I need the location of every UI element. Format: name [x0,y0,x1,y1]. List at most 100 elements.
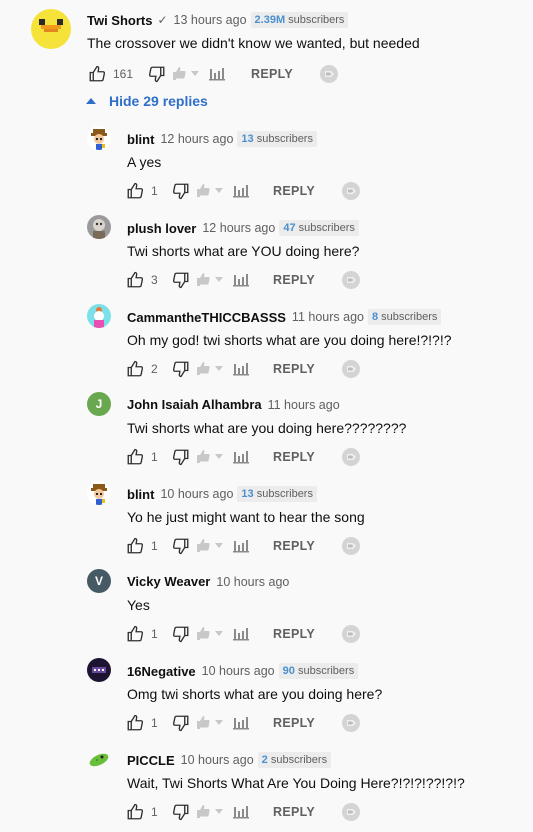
stats-icon[interactable] [231,359,251,379]
dislike-icon[interactable] [147,64,167,84]
like-icon[interactable] [125,536,145,556]
stats-icon[interactable] [231,713,251,733]
reply-button[interactable]: REPLY [273,716,315,730]
avatar[interactable] [31,9,71,49]
author-name[interactable]: CammantheTHICCBASSS [127,310,286,325]
comment-actions: 2 REPLY [125,357,361,381]
stats-icon[interactable] [231,270,251,290]
reply-button[interactable]: REPLY [273,273,315,287]
subscriber-badge: 90 subscribers [278,663,359,679]
avatar[interactable] [87,481,111,505]
subscriber-count: 47 [283,222,296,234]
extension-icon[interactable] [341,713,361,733]
extension-icon[interactable] [319,64,339,84]
avatar[interactable] [87,658,111,682]
comment-time[interactable]: 10 hours ago [216,575,289,589]
comment-time[interactable]: 12 hours ago [160,132,233,146]
extension-thumb-icon[interactable] [171,64,201,84]
extension-thumb-icon[interactable] [195,624,225,644]
like-icon[interactable] [125,624,145,644]
extension-thumb-icon[interactable] [195,181,225,201]
comment-time[interactable]: 10 hours ago [160,487,233,501]
comment-actions: 161 REPLY [87,62,339,86]
subscriber-label: subscribers [381,311,438,323]
extension-icon[interactable] [341,270,361,290]
author-name[interactable]: plush lover [127,221,196,236]
stats-icon[interactable] [207,64,227,84]
avatar[interactable]: J [87,392,111,416]
avatar[interactable] [87,304,111,328]
dislike-icon[interactable] [171,270,191,290]
reply-button[interactable]: REPLY [251,67,293,81]
hide-replies-button[interactable]: Hide 29 replies [86,93,208,109]
like-icon[interactable] [125,447,145,467]
author-name[interactable]: blint [127,487,154,502]
like-count: 1 [151,450,158,464]
subscriber-badge: 2 subscribers [257,752,332,768]
extension-icon[interactable] [341,536,361,556]
stats-icon[interactable] [231,447,251,467]
dislike-icon[interactable] [171,181,191,201]
dislike-icon[interactable] [171,624,191,644]
comment-actions: 1 REPLY [125,179,361,203]
extension-icon[interactable] [341,802,361,822]
dislike-icon[interactable] [171,447,191,467]
like-icon[interactable] [125,802,145,822]
subscriber-badge: 2.39M subscribers [250,12,349,28]
stats-icon[interactable] [231,802,251,822]
comment-time[interactable]: 11 hours ago [292,310,364,324]
comment-time[interactable]: 13 hours ago [174,13,247,27]
stats-icon[interactable] [231,536,251,556]
comment-time[interactable]: 10 hours ago [181,753,254,767]
extension-icon[interactable] [341,447,361,467]
extension-thumb-icon[interactable] [195,802,225,822]
avatar[interactable] [87,215,111,239]
dislike-icon[interactable] [171,713,191,733]
like-icon[interactable] [87,64,107,84]
like-icon[interactable] [125,713,145,733]
like-count: 3 [151,273,158,287]
author-name[interactable]: Twi Shorts [87,13,152,28]
author-name[interactable]: blint [127,132,154,147]
extension-thumb-icon[interactable] [195,270,225,290]
subscriber-count: 13 [241,133,254,145]
subscriber-badge: 13 subscribers [237,131,317,147]
extension-icon[interactable] [341,624,361,644]
like-icon[interactable] [125,359,145,379]
caret-up-icon [86,98,96,104]
avatar[interactable] [87,747,111,771]
comment-time[interactable]: 11 hours ago [268,398,340,412]
author-name[interactable]: John Isaiah Alhambra [127,397,262,412]
comment-text: Twi shorts what are YOU doing here? [127,243,360,259]
like-icon[interactable] [125,270,145,290]
like-icon[interactable] [125,181,145,201]
author-name[interactable]: 16Negative [127,664,196,679]
reply-button[interactable]: REPLY [273,539,315,553]
stats-icon[interactable] [231,624,251,644]
reply-button[interactable]: REPLY [273,184,315,198]
author-name[interactable]: PICCLE [127,753,175,768]
stats-icon[interactable] [231,181,251,201]
reply-button[interactable]: REPLY [273,450,315,464]
dislike-icon[interactable] [171,802,191,822]
reply-button[interactable]: REPLY [273,627,315,641]
reply-button[interactable]: REPLY [273,362,315,376]
extension-thumb-icon[interactable] [195,447,225,467]
extension-icon[interactable] [341,359,361,379]
comment-text: Yes [127,597,150,613]
extension-thumb-icon[interactable] [195,359,225,379]
extension-icon[interactable] [341,181,361,201]
author-name[interactable]: Vicky Weaver [127,574,210,589]
dislike-icon[interactable] [171,359,191,379]
extension-thumb-icon[interactable] [195,536,225,556]
like-count: 1 [151,184,158,198]
extension-thumb-icon[interactable] [195,713,225,733]
subscriber-count: 2.39M [254,14,286,26]
dislike-icon[interactable] [171,536,191,556]
like-count: 1 [151,716,158,730]
avatar[interactable] [87,126,111,150]
comment-time[interactable]: 12 hours ago [202,221,275,235]
avatar[interactable]: V [87,569,111,593]
comment-time[interactable]: 10 hours ago [202,664,275,678]
subscriber-label: subscribers [288,14,345,26]
